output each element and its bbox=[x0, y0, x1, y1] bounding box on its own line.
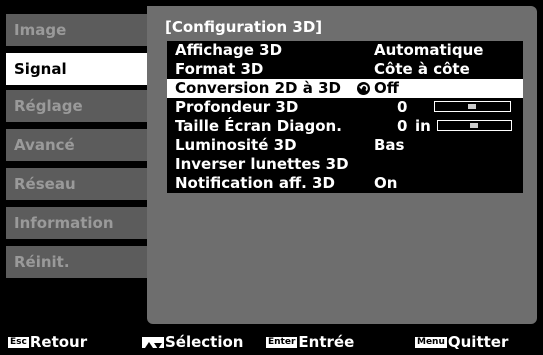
help-quit-label: Quitter bbox=[447, 333, 509, 351]
sidebar-item-signal[interactable]: Signal bbox=[6, 53, 148, 85]
enter-key-icon: Enter bbox=[266, 336, 298, 348]
row-unit: in bbox=[415, 117, 431, 135]
row-value: Off bbox=[374, 79, 399, 97]
row-value: Côte à côte bbox=[374, 60, 470, 78]
sidebar-item-label: Signal bbox=[14, 60, 67, 78]
help-back: Esc Retour bbox=[8, 330, 87, 354]
row-label: Affichage 3D bbox=[175, 41, 283, 59]
menu-row-notification[interactable]: Notification aff. 3D On bbox=[167, 174, 523, 193]
undo-icon bbox=[357, 82, 370, 95]
row-value: Automatique bbox=[374, 41, 484, 59]
menu-row-format-3d[interactable]: Format 3D Côte à côte bbox=[167, 60, 523, 79]
sidebar-item-image[interactable]: Image bbox=[6, 14, 148, 46]
screen-size-slider[interactable] bbox=[437, 120, 512, 131]
row-label: Conversion 2D à 3D bbox=[175, 79, 341, 97]
up-down-arrow-icon bbox=[142, 336, 164, 349]
row-value: Bas bbox=[374, 136, 405, 154]
menu-row-taille-ecran[interactable]: Taille Écran Diagon. 0 in bbox=[167, 117, 523, 136]
help-enter-label: Entrée bbox=[298, 333, 355, 351]
menu-row-luminosite-3d[interactable]: Luminosité 3D Bas bbox=[167, 136, 523, 155]
panel-title: [Configuration 3D] bbox=[165, 18, 323, 36]
sidebar-item-reinit[interactable]: Réinit. bbox=[6, 246, 148, 278]
sidebar-item-reseau[interactable]: Réseau bbox=[6, 168, 148, 200]
sidebar-item-label: Image bbox=[14, 21, 67, 39]
menu-row-affichage-3d[interactable]: Affichage 3D Automatique bbox=[167, 41, 523, 60]
help-quit: Menu Quitter bbox=[415, 330, 508, 354]
row-label: Inverser lunettes 3D bbox=[175, 155, 349, 173]
slider-knob[interactable] bbox=[470, 123, 478, 128]
settings-panel: [Configuration 3D] Affichage 3D Automati… bbox=[147, 6, 537, 324]
help-select: Sélection bbox=[142, 330, 243, 354]
help-enter: Enter Entrée bbox=[266, 330, 354, 354]
depth-slider[interactable] bbox=[434, 101, 511, 112]
help-back-label: Retour bbox=[29, 333, 88, 351]
menu-row-profondeur-3d[interactable]: Profondeur 3D 0 bbox=[167, 98, 523, 117]
menu-row-inverser-lunettes[interactable]: Inverser lunettes 3D bbox=[167, 155, 523, 174]
row-label: Profondeur 3D bbox=[175, 98, 299, 116]
sidebar-item-reglage[interactable]: Réglage bbox=[6, 90, 148, 122]
sidebar-item-label: Réglage bbox=[14, 97, 83, 115]
row-value: 0 bbox=[397, 117, 408, 135]
esc-key-icon: Esc bbox=[8, 336, 29, 348]
sidebar-item-label: Réseau bbox=[14, 175, 76, 193]
help-bar: Esc Retour Sélection Enter Entrée Menu Q… bbox=[0, 330, 543, 354]
help-select-label: Sélection bbox=[165, 333, 244, 351]
row-label: Notification aff. 3D bbox=[175, 174, 335, 192]
menu-row-conversion-2d-3d[interactable]: Conversion 2D à 3D Off bbox=[167, 79, 523, 98]
sidebar-item-label: Information bbox=[14, 214, 114, 232]
sidebar-item-label: Réinit. bbox=[14, 253, 70, 271]
sidebar-item-information[interactable]: Information bbox=[6, 207, 148, 239]
row-label: Taille Écran Diagon. bbox=[175, 117, 342, 135]
sidebar-item-avance[interactable]: Avancé bbox=[6, 129, 148, 161]
slider-knob[interactable] bbox=[468, 104, 476, 109]
row-label: Format 3D bbox=[175, 60, 264, 78]
menu-key-icon: Menu bbox=[415, 336, 447, 348]
row-value: On bbox=[374, 174, 398, 192]
row-label: Luminosité 3D bbox=[175, 136, 297, 154]
row-value: 0 bbox=[397, 98, 408, 116]
sidebar-item-label: Avancé bbox=[14, 136, 75, 154]
